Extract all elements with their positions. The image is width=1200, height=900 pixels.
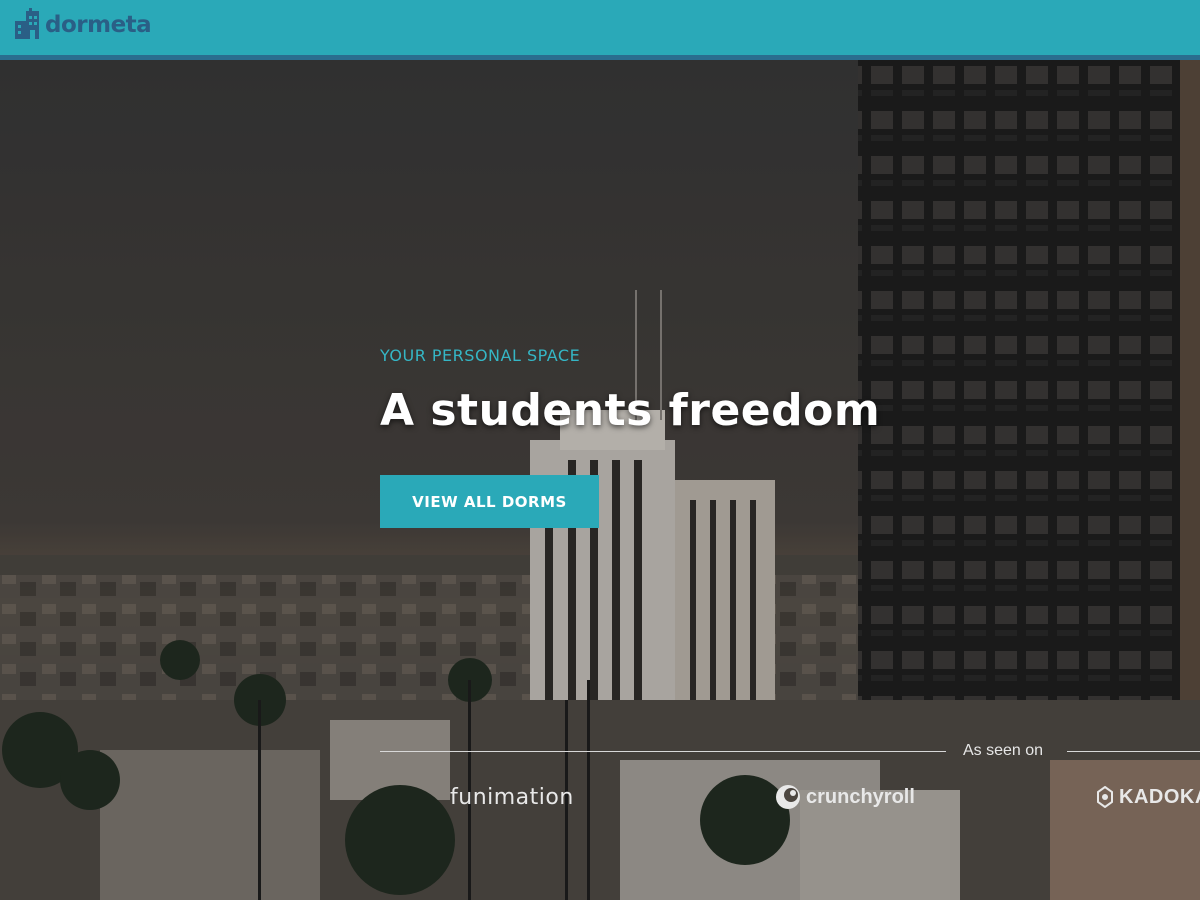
crunchyroll-wordmark: crunchyroll bbox=[806, 785, 915, 808]
as-seen-on-divider: As seen on bbox=[380, 740, 1200, 762]
divider-line-right bbox=[1067, 751, 1200, 752]
funimation-logo[interactable]: funimation bbox=[450, 782, 574, 812]
as-seen-on-label: As seen on bbox=[963, 742, 1044, 759]
top-navigation-bar: dormeta bbox=[0, 0, 1200, 55]
kadokawa-logo-icon bbox=[1097, 786, 1113, 808]
kadokawa-wordmark: KADOKA bbox=[1119, 785, 1200, 808]
house-building-icon bbox=[15, 8, 39, 39]
funimation-wordmark: funimation bbox=[450, 784, 574, 810]
crunchyroll-logo-icon bbox=[776, 785, 800, 809]
divider-line-left bbox=[380, 751, 946, 752]
dormeta-logo[interactable]: dormeta bbox=[14, 8, 152, 40]
hero-headline: A students freedom bbox=[380, 385, 881, 436]
crunchyroll-logo[interactable]: crunchyroll bbox=[775, 782, 915, 812]
hero-dark-overlay bbox=[0, 60, 1200, 900]
hero-section: YOUR PERSONAL SPACE A students freedom V… bbox=[0, 60, 1200, 900]
kadokawa-logo[interactable]: KADOKA bbox=[1096, 782, 1200, 812]
view-all-dorms-button[interactable]: VIEW ALL DORMS bbox=[380, 475, 599, 528]
brand-name: dormeta bbox=[45, 12, 152, 38]
hero-eyebrow: YOUR PERSONAL SPACE bbox=[380, 346, 581, 365]
